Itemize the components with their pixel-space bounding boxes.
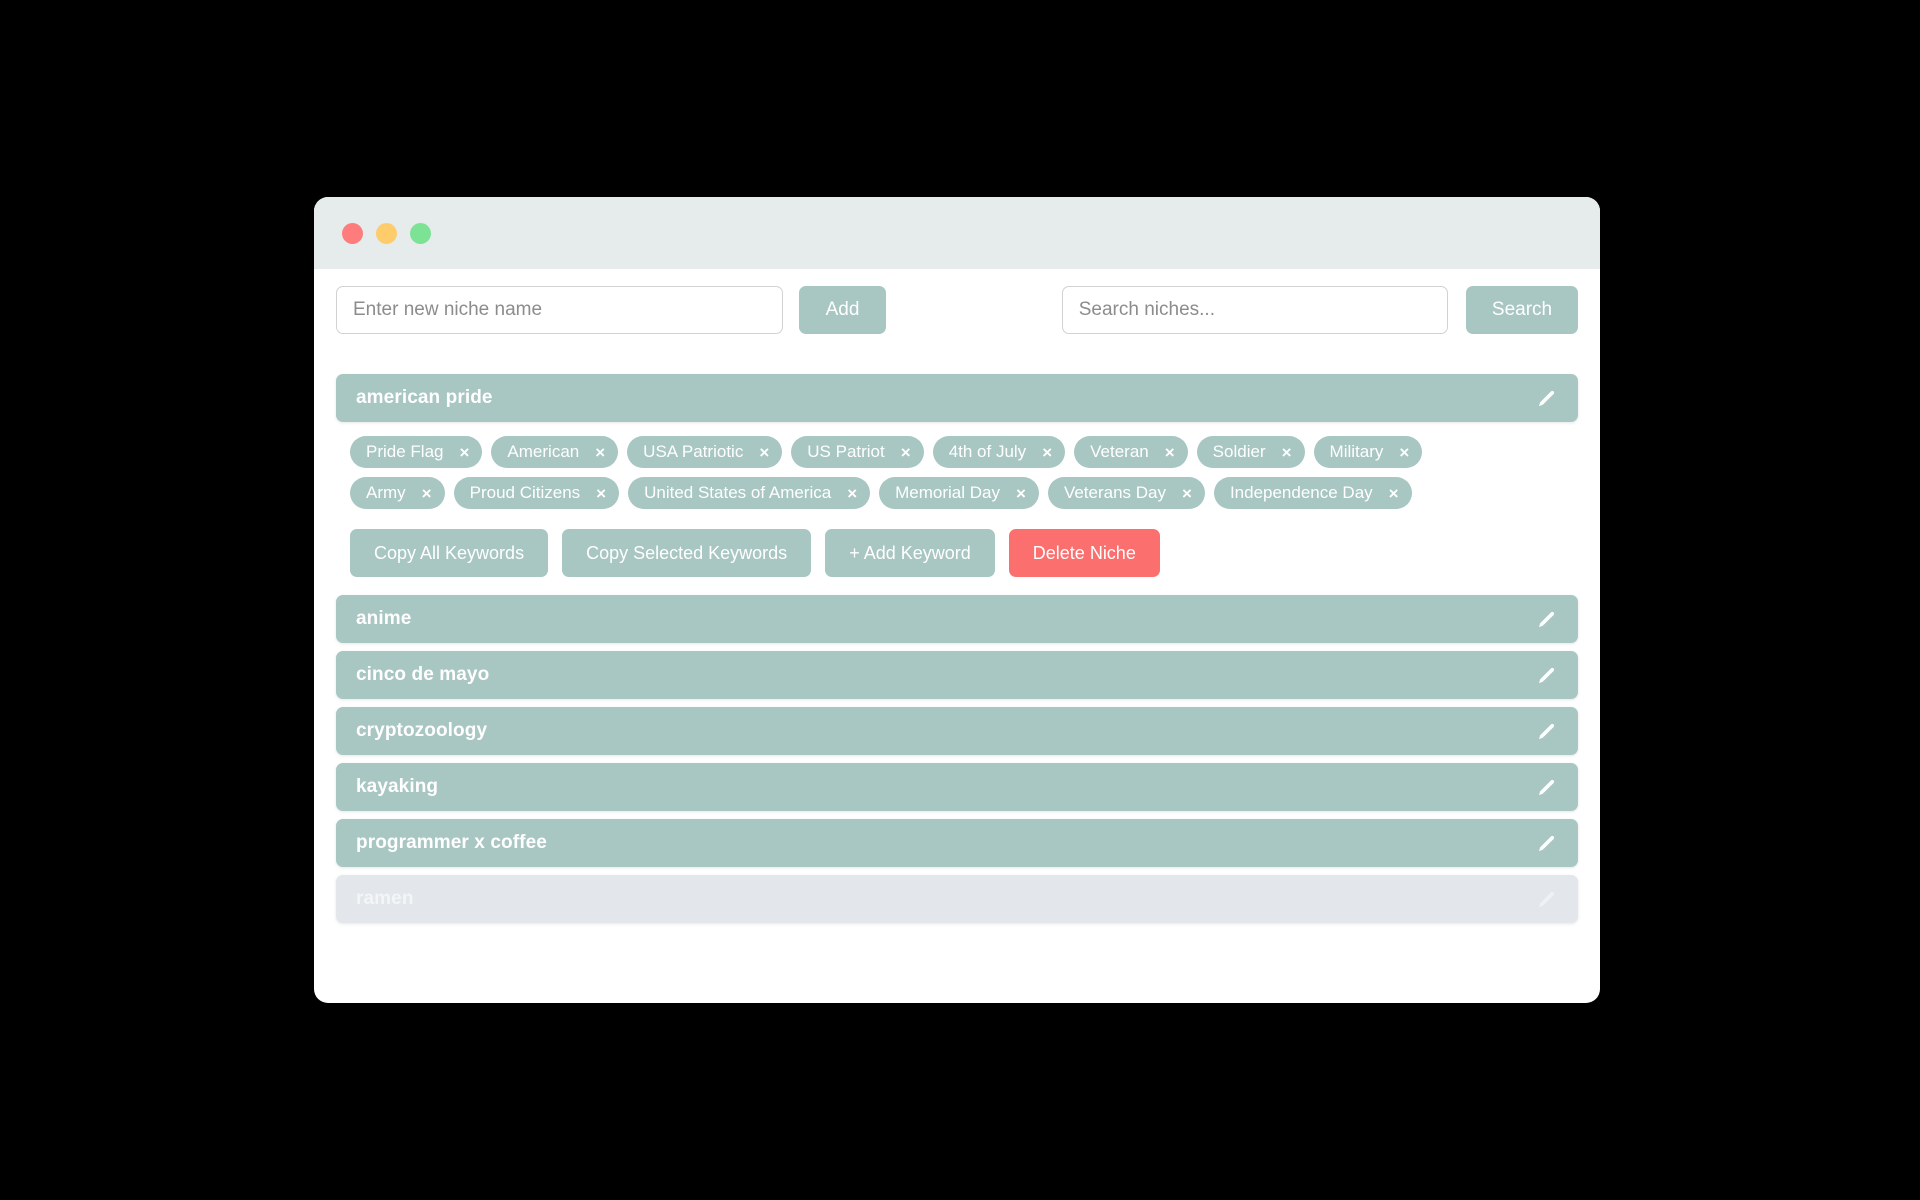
remove-keyword-icon[interactable]: × [1163,444,1177,461]
niche-body: Pride Flag × American × USA Patriotic × US Pat… [336,422,1578,587]
niche-card: programmer x coffee [336,819,1578,867]
niche-title: anime [356,608,412,629]
maximize-button[interactable] [410,222,431,244]
remove-keyword-icon[interactable]: × [899,444,913,461]
remove-keyword-icon[interactable]: × [1180,485,1194,502]
keyword-tag-label: Independence Day [1229,483,1373,502]
niche-title: cryptozoology [356,720,488,741]
remove-keyword-icon[interactable]: × [594,485,608,502]
toolbar: Add Search [314,269,1600,334]
keyword-tag-label: United States of America [644,483,832,502]
copy-selected-keywords-button[interactable]: Copy Selected Keywords [562,529,812,577]
remove-keyword-icon[interactable]: × [1014,485,1028,502]
pencil-icon[interactable] [1536,832,1558,854]
niche-title: kayaking [356,776,439,797]
remove-keyword-icon[interactable]: × [1040,444,1054,461]
niche-card: kayaking [336,763,1578,811]
search-button[interactable]: Search [1466,286,1578,334]
keyword-tag-row: Army × Proud Citizens × United States of Ame… [350,477,1564,509]
keyword-tag-label: Soldier [1212,442,1266,461]
keyword-tag-label: Military [1329,442,1384,461]
keyword-tag[interactable]: USA Patriotic × [627,436,783,468]
window-titlebar [314,197,1600,269]
niche-card: anime [336,595,1578,643]
niche-header-cinco-de-mayo[interactable]: cinco de mayo [336,651,1578,699]
keyword-tag[interactable]: Soldier × [1196,436,1305,468]
pencil-icon[interactable] [1536,664,1558,686]
keyword-tag-row: Pride Flag × American × USA Patriotic × US Pat… [350,436,1564,468]
keyword-tag[interactable]: US Patriot × [791,436,924,468]
pencil-icon[interactable] [1536,776,1558,798]
remove-keyword-icon[interactable]: × [420,485,434,502]
keyword-tag[interactable]: Veterans Day × [1047,477,1205,509]
keyword-tag[interactable]: American × [491,436,619,468]
niche-title: cinco de mayo [356,664,490,685]
keyword-tag[interactable]: Pride Flag × [350,436,483,468]
app-window: Add Search american pridePride Flag×Amer… [314,197,1600,1003]
remove-keyword-icon[interactable]: × [457,444,471,461]
keyword-tag-label: Pride Flag [366,442,444,461]
remove-keyword-icon[interactable]: × [1397,444,1411,461]
niche-title: ramen [356,888,414,909]
keyword-tag-label: Army [366,483,406,502]
niche-card: cinco de mayo [336,651,1578,699]
keyword-tag[interactable]: Proud Citizens × [453,477,620,509]
niche-title: programmer x coffee [356,832,547,853]
niche-action-row: Copy All Keywords Copy Selected Keywords +… [350,529,1564,577]
keyword-tag[interactable]: 4th of July × [932,436,1066,468]
remove-keyword-icon[interactable]: × [1280,444,1294,461]
niche-card: cryptozoology [336,707,1578,755]
delete-niche-button[interactable]: Delete Niche [1008,529,1160,577]
keyword-tag-label: 4th of July [948,442,1027,461]
keyword-tag-list: Pride Flag × American × USA Patriotic × US Pat… [350,436,1564,509]
keyword-tag-label: Veterans Day [1063,483,1166,502]
keyword-tag-label: Veteran [1090,442,1149,461]
keyword-tag-label: USA Patriotic [643,442,744,461]
remove-keyword-icon[interactable]: × [593,444,607,461]
keyword-tag[interactable]: Army × [350,477,445,509]
niche-card: american pride Pride Flag × American × USA Pa… [336,374,1578,587]
niche-title: american pride [356,387,493,408]
close-button[interactable] [342,222,363,244]
search-input[interactable] [1061,286,1449,334]
keyword-tag[interactable]: Military × [1313,436,1423,468]
keyword-tag-label: Proud Citizens [469,483,581,502]
niche-header-american-pride[interactable]: american pride [336,374,1578,422]
keyword-tag[interactable]: United States of America × [628,477,871,509]
minimize-button[interactable] [376,222,397,244]
remove-keyword-icon[interactable]: × [757,444,771,461]
niche-header-cryptozoology[interactable]: cryptozoology [336,707,1578,755]
remove-keyword-icon[interactable]: × [1387,485,1401,502]
pencil-icon[interactable] [1536,720,1558,742]
add-button[interactable]: Add [799,286,886,334]
niche-header-programmer-x-coffee[interactable]: programmer x coffee [336,819,1578,867]
niche-header-anime[interactable]: anime [336,595,1578,643]
pencil-icon[interactable] [1536,387,1558,409]
keyword-tag[interactable]: Independence Day × [1213,477,1412,509]
niche-card: ramen [336,875,1578,923]
niche-list: american pride Pride Flag × American × USA Pa… [314,334,1600,1003]
keyword-tag[interactable]: Memorial Day × [879,477,1039,509]
pencil-icon[interactable] [1536,608,1558,630]
keyword-tag-label: Memorial Day [895,483,1000,502]
niche-header-ramen[interactable]: ramen [336,875,1578,923]
remove-keyword-icon[interactable]: × [845,485,859,502]
niche-header-kayaking[interactable]: kayaking [336,763,1578,811]
new-niche-input[interactable] [336,286,784,334]
copy-all-keywords-button[interactable]: Copy All Keywords [350,529,549,577]
add-keyword-button[interactable]: + Add Keyword [825,529,995,577]
keyword-tag-label: US Patriot [807,442,885,461]
keyword-tag[interactable]: Veteran × [1074,436,1188,468]
pencil-icon[interactable] [1536,888,1558,910]
keyword-tag-label: American [507,442,580,461]
